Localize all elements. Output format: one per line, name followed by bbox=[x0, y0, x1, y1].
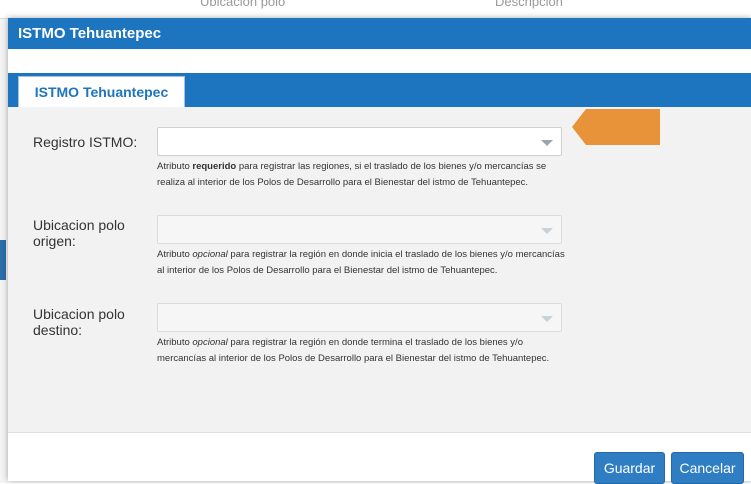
background-table-header: Ubicacion polo Descripcion bbox=[0, 0, 751, 19]
chevron-down-icon bbox=[541, 228, 553, 234]
tab-strip: ISTMO Tehuantepec bbox=[8, 49, 751, 107]
modal-title: ISTMO Tehuantepec bbox=[8, 18, 751, 49]
chevron-down-icon bbox=[541, 316, 553, 322]
registro-istmo-select[interactable] bbox=[157, 127, 562, 156]
cancel-button[interactable]: Cancelar bbox=[671, 452, 744, 484]
background-column-descripcion: Descripcion bbox=[495, 0, 563, 9]
ubicacion-origen-label: Ubicacion polo origen: bbox=[33, 217, 125, 249]
chevron-down-icon bbox=[541, 140, 553, 146]
background-left-strip bbox=[0, 240, 6, 280]
modal-footer: Guardar Cancelar bbox=[8, 432, 751, 484]
ubicacion-destino-help: Atributo opcional para registrar la regi… bbox=[157, 337, 550, 364]
background-column-ubicacion: Ubicacion polo bbox=[200, 0, 286, 9]
orange-pointer-shape bbox=[572, 109, 660, 145]
ubicacion-origen-select[interactable] bbox=[157, 215, 562, 244]
form-content: Registro ISTMO: Atributo requerido para … bbox=[8, 107, 751, 432]
registro-istmo-label: Registro ISTMO: bbox=[33, 134, 138, 150]
ubicacion-destino-label: Ubicacion polo destino: bbox=[33, 306, 125, 338]
registro-istmo-help: Atributo requerido para registrar las re… bbox=[157, 161, 547, 188]
ubicacion-destino-select[interactable] bbox=[157, 303, 562, 332]
istmo-modal: ISTMO Tehuantepec ISTMO Tehuantepec Regi… bbox=[8, 18, 751, 484]
tab-istmo-tehuantepec[interactable]: ISTMO Tehuantepec bbox=[18, 76, 185, 107]
save-button[interactable]: Guardar bbox=[594, 452, 665, 484]
arrow-left-indicator bbox=[572, 109, 660, 145]
ubicacion-origen-help: Atributo opcional para registrar la regi… bbox=[157, 249, 565, 276]
